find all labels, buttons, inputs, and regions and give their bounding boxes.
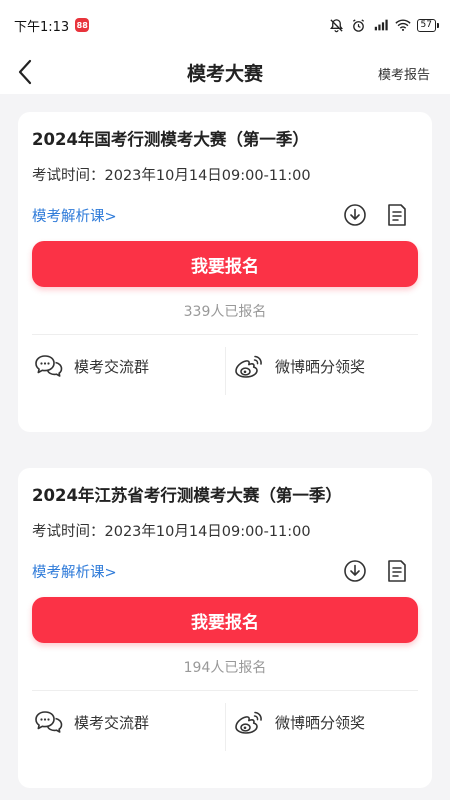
exam-time: 考试时间：2023年10月14日09:00-11:00	[32, 524, 311, 540]
weibo-icon	[235, 355, 262, 378]
page-title: 模考大赛	[186, 62, 263, 85]
chevron-left-icon	[18, 59, 32, 85]
card-actions: 模考交流群 微博晒分领奖	[32, 335, 418, 397]
battery-indicator: 57	[416, 18, 440, 32]
contest-card: 2024年江苏省考行测模考大赛（第一季） 考试时间：2023年10月14日09:…	[18, 468, 432, 788]
signup-button[interactable]: 我要报名	[32, 241, 418, 287]
contest-title: 2024年国考行测模考大赛（第一季）	[32, 130, 309, 149]
analysis-course-link[interactable]: 模考解析课>	[32, 205, 117, 226]
status-time: 下午1:13	[14, 19, 70, 35]
weibo-share-label: 微博晒分领奖	[275, 713, 366, 732]
exchange-group-label: 模考交流群	[74, 357, 150, 376]
nav-bar: 模考大赛 模考报告	[0, 50, 450, 94]
exchange-group-label: 模考交流群	[74, 713, 150, 732]
weibo-share-button[interactable]: 微博晒分领奖	[219, 353, 418, 379]
analysis-row: 模考解析课>	[32, 557, 418, 585]
signup-count: 194人已报名	[183, 660, 267, 676]
document-icon[interactable]	[384, 558, 410, 584]
vertical-divider	[225, 703, 226, 751]
chat-bubbles-icon	[35, 355, 63, 377]
back-button[interactable]	[10, 56, 40, 88]
document-icon[interactable]	[384, 202, 410, 228]
app-notification-badge: 88	[75, 18, 90, 32]
contest-card: 2024年国考行测模考大赛（第一季） 考试时间：2023年10月14日09:00…	[18, 112, 432, 432]
signup-count: 339人已报名	[183, 304, 267, 320]
wifi-icon	[394, 17, 411, 33]
exchange-group-button[interactable]: 模考交流群	[32, 353, 219, 379]
analysis-course-link[interactable]: 模考解析课>	[32, 561, 117, 582]
signup-button[interactable]: 我要报名	[32, 597, 418, 643]
weibo-share-label: 微博晒分领奖	[275, 357, 366, 376]
weibo-share-button[interactable]: 微博晒分领奖	[219, 709, 418, 735]
alarm-clock-icon	[351, 17, 367, 33]
download-icon[interactable]	[342, 202, 368, 228]
cellular-signal-icon	[373, 17, 389, 33]
card-actions: 模考交流群 微博晒分领奖	[32, 691, 418, 753]
vertical-divider	[225, 347, 226, 395]
download-icon[interactable]	[342, 558, 368, 584]
weibo-icon	[235, 711, 262, 734]
analysis-row: 模考解析课>	[32, 201, 418, 229]
exam-time: 考试时间：2023年10月14日09:00-11:00	[32, 168, 311, 184]
contest-title: 2024年江苏省考行测模考大赛（第一季）	[32, 486, 342, 505]
exam-report-link[interactable]: 模考报告	[378, 64, 430, 83]
exchange-group-button[interactable]: 模考交流群	[32, 709, 219, 735]
status-bar: 下午1:13 88 57	[0, 0, 450, 50]
mute-bell-icon	[329, 17, 345, 33]
chat-bubbles-icon	[35, 711, 63, 733]
